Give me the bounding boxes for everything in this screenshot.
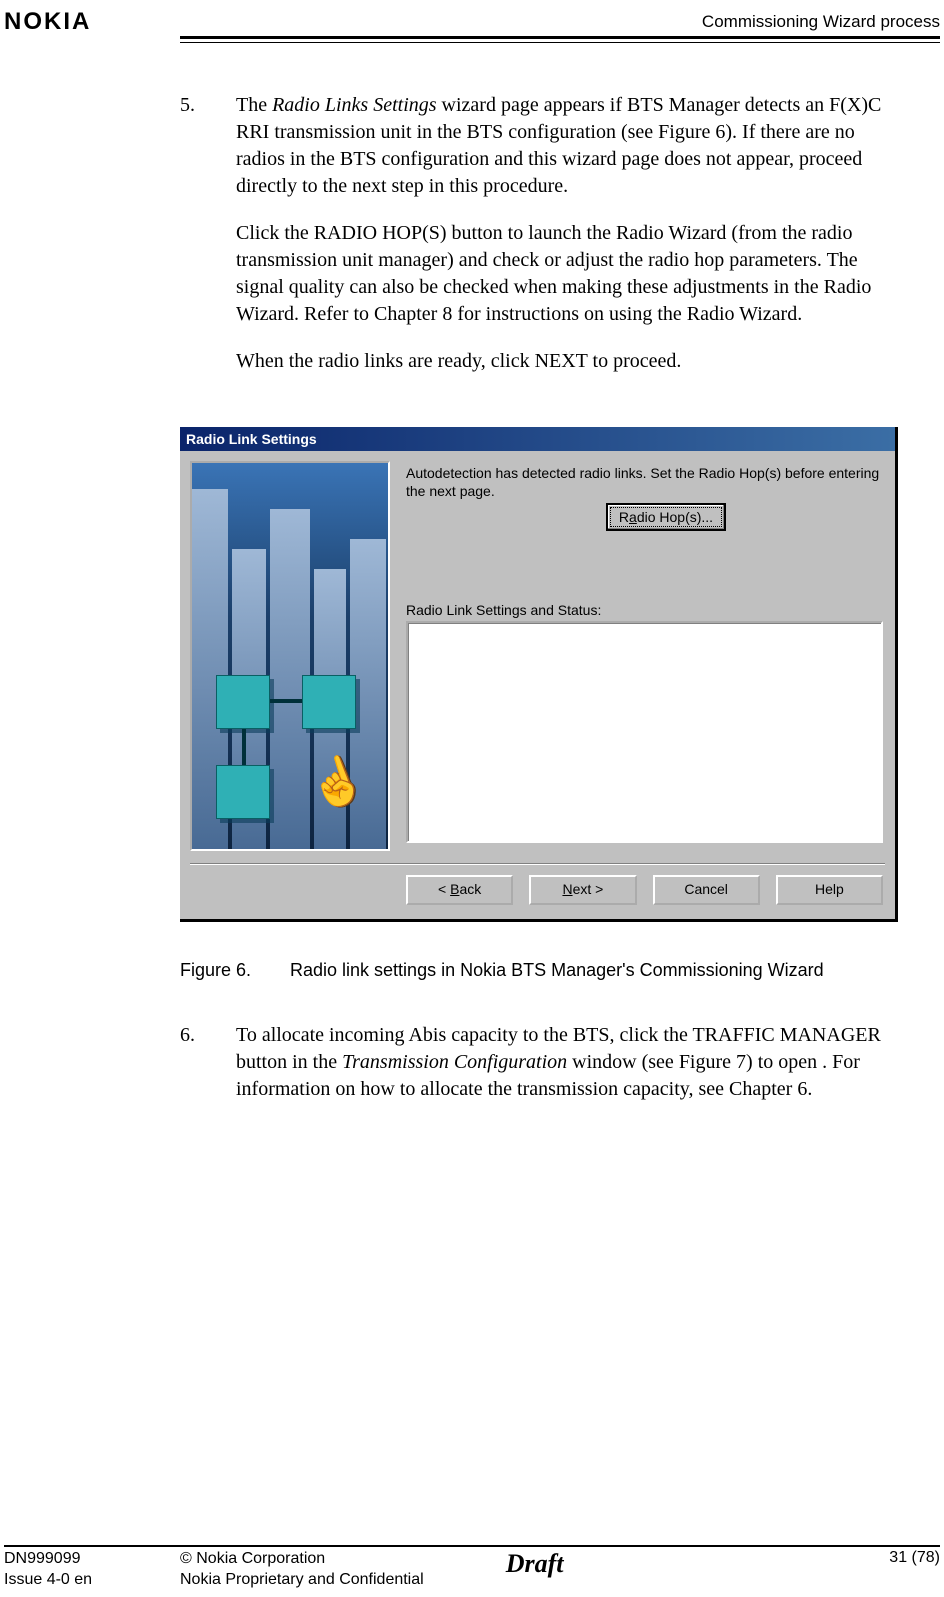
text: a xyxy=(629,509,637,525)
page-footer: DN999099 Issue 4-0 en © Nokia Corporatio… xyxy=(4,1549,940,1591)
text-italic: Transmission Configuration xyxy=(342,1051,567,1073)
page-number: 31 (78) xyxy=(889,1549,940,1567)
step-number: 6. xyxy=(180,1022,236,1123)
figure-6: Radio Link Settings ☝ Autodetection has … xyxy=(180,427,900,982)
next-button[interactable]: Next > xyxy=(529,875,636,905)
figure-caption-text: Radio link settings in Nokia BTS Manager… xyxy=(290,958,824,982)
section-label: Radio Link Settings and Status: xyxy=(406,601,601,620)
issue: Issue 4-0 en xyxy=(4,1570,180,1591)
copyright: © Nokia Corporation xyxy=(180,1549,506,1570)
confidential: Nokia Proprietary and Confidential xyxy=(180,1570,506,1591)
cancel-button[interactable]: Cancel xyxy=(653,875,760,905)
text: R xyxy=(619,509,629,525)
rule xyxy=(180,42,940,43)
text: dio Hop(s)... xyxy=(637,509,713,525)
dialog-titlebar: Radio Link Settings xyxy=(180,427,895,451)
figure-caption: Figure 6. Radio link settings in Nokia B… xyxy=(180,958,900,982)
step-5: 5. The Radio Links Settings wizard page … xyxy=(180,92,900,395)
step-6: 6. To allocate incoming Abis capacity to… xyxy=(180,1022,900,1123)
text-italic: Radio Links Settings xyxy=(272,94,436,116)
text: N xyxy=(562,881,572,897)
text: ext > xyxy=(573,881,604,897)
figure-number: Figure 6. xyxy=(180,958,290,982)
text: ack xyxy=(459,881,481,897)
wizard-sidebar-image: ☝ xyxy=(190,461,390,851)
paragraph: To allocate incoming Abis capacity to th… xyxy=(236,1022,900,1103)
dialog-radio-link-settings: Radio Link Settings ☝ Autodetection has … xyxy=(180,427,898,922)
paragraph: Click the RADIO HOP(S) button to launch … xyxy=(236,220,900,328)
radio-link-status-listbox[interactable] xyxy=(406,621,883,843)
help-button[interactable]: Help xyxy=(776,875,883,905)
dialog-instruction-text: Autodetection has detected radio links. … xyxy=(406,461,883,500)
text: The xyxy=(236,94,272,116)
step-number: 5. xyxy=(180,92,236,395)
draft-watermark: Draft xyxy=(506,1549,564,1579)
back-button[interactable]: < Back xyxy=(406,875,513,905)
rule xyxy=(180,36,940,39)
doc-id: DN999099 xyxy=(4,1549,180,1570)
paragraph: When the radio links are ready, click NE… xyxy=(236,348,900,375)
logo: NOKIA xyxy=(4,8,91,36)
radio-hop-button[interactable]: Radio Hop(s)... xyxy=(606,503,726,531)
rule xyxy=(4,1545,940,1547)
paragraph: The Radio Links Settings wizard page app… xyxy=(236,92,900,200)
text: < xyxy=(438,881,450,897)
page-header-title: Commissioning Wizard process xyxy=(702,12,940,32)
